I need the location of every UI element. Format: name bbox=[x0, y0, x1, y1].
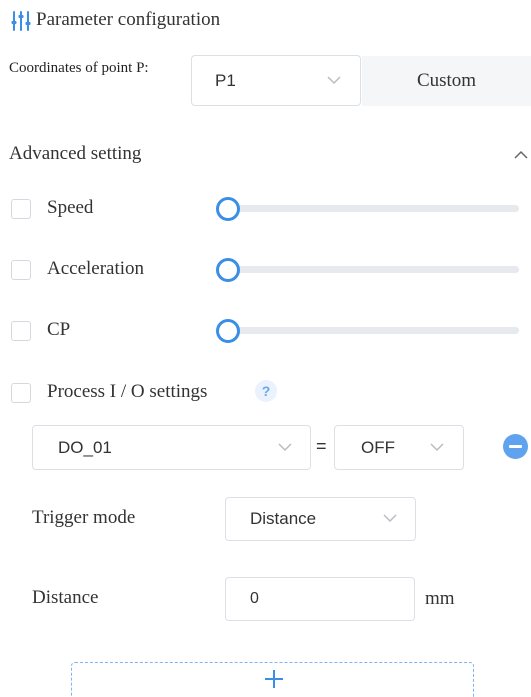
chevron-down-icon bbox=[430, 442, 444, 451]
chevron-down-icon bbox=[278, 442, 292, 451]
acceleration-checkbox[interactable] bbox=[11, 260, 31, 280]
cp-slider-thumb[interactable] bbox=[216, 319, 240, 343]
distance-input[interactable]: 0 bbox=[225, 577, 415, 621]
point-select[interactable]: P1 bbox=[191, 55, 361, 106]
state-select-value: OFF bbox=[361, 437, 395, 457]
distance-input-value: 0 bbox=[250, 590, 259, 607]
chevron-up-icon[interactable] bbox=[513, 150, 529, 160]
advanced-setting-label: Advanced setting bbox=[9, 143, 142, 164]
chevron-down-icon bbox=[383, 514, 397, 523]
distance-unit: mm bbox=[425, 588, 455, 609]
acceleration-slider-track[interactable] bbox=[228, 266, 519, 273]
add-output-button[interactable] bbox=[71, 662, 474, 697]
coordinates-label: Coordinates of point P: bbox=[9, 60, 149, 76]
process-io-checkbox[interactable] bbox=[11, 383, 31, 403]
output-select[interactable]: DO_01 bbox=[32, 425, 311, 470]
acceleration-label: Acceleration bbox=[47, 258, 145, 279]
acceleration-slider-thumb[interactable] bbox=[216, 258, 240, 282]
distance-label: Distance bbox=[32, 587, 99, 608]
equals-sign: = bbox=[316, 436, 327, 456]
speed-label: Speed bbox=[47, 197, 94, 218]
trigger-mode-value: Distance bbox=[250, 509, 317, 528]
process-io-label: Process I / O settings bbox=[47, 381, 208, 402]
speed-checkbox[interactable] bbox=[11, 199, 31, 219]
sliders-icon bbox=[11, 11, 31, 31]
state-select[interactable]: OFF bbox=[334, 425, 464, 470]
custom-button[interactable]: Custom bbox=[362, 56, 531, 106]
cp-label: CP bbox=[47, 319, 71, 340]
cp-slider-track[interactable] bbox=[228, 327, 519, 334]
trigger-mode-select[interactable]: Distance bbox=[225, 497, 416, 541]
panel-title: Parameter configuration bbox=[36, 9, 221, 30]
speed-slider-thumb[interactable] bbox=[216, 197, 240, 221]
help-icon[interactable]: ? bbox=[255, 380, 277, 402]
point-select-value: P1 bbox=[215, 70, 236, 90]
output-select-value: DO_01 bbox=[58, 437, 112, 457]
cp-checkbox[interactable] bbox=[11, 321, 31, 341]
trigger-mode-label: Trigger mode bbox=[32, 507, 136, 528]
remove-output-button[interactable] bbox=[503, 434, 528, 459]
chevron-down-icon bbox=[327, 75, 341, 84]
speed-slider-track[interactable] bbox=[228, 205, 519, 212]
